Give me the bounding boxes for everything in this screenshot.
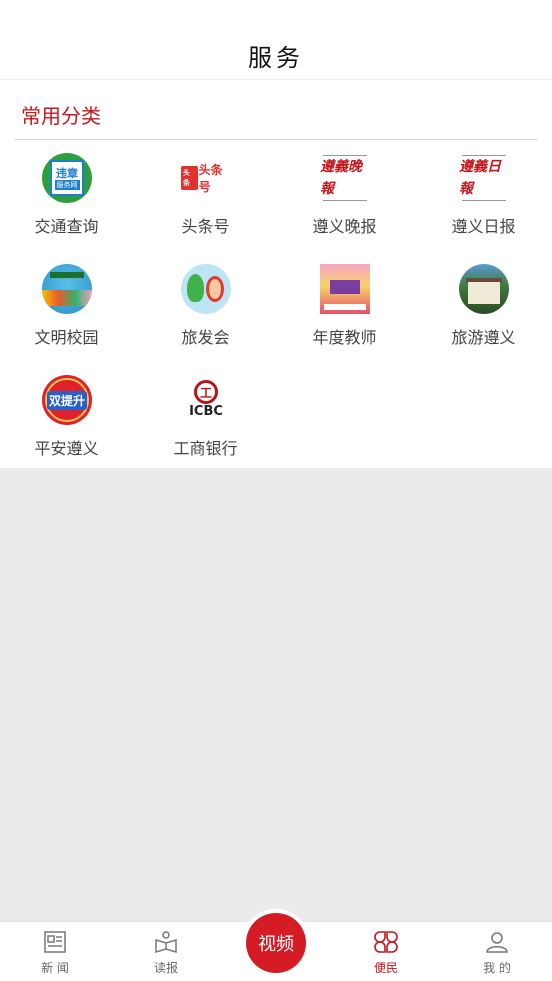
traffic-icon-subtext: 服务网: [54, 179, 80, 190]
video-button[interactable]: 视频: [242, 909, 310, 977]
tab-read-paper[interactable]: 读报: [111, 922, 221, 981]
icbc-wordmark: ICBC: [189, 404, 223, 419]
traffic-service-icon: 违章 服务网: [42, 153, 92, 203]
read-paper-icon: [155, 931, 177, 954]
grid-item-label: 文明校园: [34, 328, 99, 347]
section-title: 常用分类: [21, 104, 101, 128]
grid-item-label: 平安遵义: [34, 439, 99, 458]
grid-item-icbc[interactable]: 工 ICBC 工商银行: [136, 363, 275, 471]
tab-news[interactable]: 新 闻: [0, 922, 110, 981]
grid-item-label: 交通查询: [34, 217, 99, 236]
grid-item-traffic[interactable]: 违章 服务网 交通查询: [0, 141, 136, 249]
grid-item-label: 工商银行: [173, 439, 238, 458]
grid-item-daily[interactable]: 遵義日報 遵义日报: [414, 141, 552, 249]
section-divider: [14, 139, 538, 140]
zunyi-tourism-icon: [459, 264, 509, 314]
daily-masthead: 遵義日報: [459, 159, 501, 197]
news-icon: [44, 931, 66, 953]
video-button-label: 视频: [246, 913, 306, 973]
grid-item-label: 年度教师: [312, 328, 377, 347]
grid-item-tourism[interactable]: 旅游遵义: [414, 252, 552, 360]
tab-profile[interactable]: 我 的: [442, 922, 552, 981]
zunyi-evening-news-icon: 遵義晚報: [320, 153, 370, 203]
grid-item-evening-news[interactable]: 遵義晚報 遵义晚报: [275, 141, 414, 249]
grid-item-safe-zunyi[interactable]: 双提升 平安遵义: [0, 363, 136, 471]
toutiao-badge: 头条: [181, 166, 198, 190]
safe-icon-text: 双提升: [46, 390, 87, 410]
toutiao-icon: 头条 头条号: [181, 153, 231, 203]
safe-zunyi-icon: 双提升: [42, 375, 92, 425]
traffic-icon-text: 违章: [56, 166, 78, 180]
tab-label: 便民: [373, 961, 398, 975]
grid-item-tourism-conference[interactable]: 旅发会: [136, 252, 275, 360]
tourism-conference-icon: [181, 264, 231, 314]
tab-label: 我 的: [483, 961, 511, 975]
icbc-icon: 工 ICBC: [181, 375, 231, 425]
zunyi-daily-icon: 遵義日報: [459, 153, 509, 203]
icbc-logo-mark: 工: [194, 380, 218, 404]
civilized-campus-icon: [42, 264, 92, 314]
content-panel: 服务 常用分类 违章 服务网 交通查询 头条 头条号 头条号 遵義晚報 遵义晚报: [0, 0, 552, 468]
grid-item-label: 旅游遵义: [451, 328, 516, 347]
grid-item-label: 遵义日报: [451, 217, 516, 236]
header: 服务: [0, 0, 552, 80]
grid-item-label: 头条号: [181, 217, 230, 236]
toutiao-icon-text: 头条号: [198, 163, 223, 194]
grid-item-label: 遵义晚报: [312, 217, 377, 236]
profile-icon: [486, 932, 508, 953]
page-title: 服务: [248, 44, 304, 72]
services-icon: [374, 931, 398, 953]
grid-item-teacher[interactable]: 年度教师: [275, 252, 414, 360]
teacher-of-year-icon: [320, 264, 370, 314]
grid-item-toutiao[interactable]: 头条 头条号 头条号: [136, 141, 275, 249]
tab-services[interactable]: 便民: [331, 922, 441, 981]
tab-label: 读报: [153, 961, 178, 975]
evening-news-masthead: 遵義晚報: [320, 159, 362, 197]
grid-item-campus[interactable]: 文明校园: [0, 252, 136, 360]
grid-item-label: 旅发会: [181, 328, 230, 347]
tab-label: 新 闻: [41, 961, 69, 975]
